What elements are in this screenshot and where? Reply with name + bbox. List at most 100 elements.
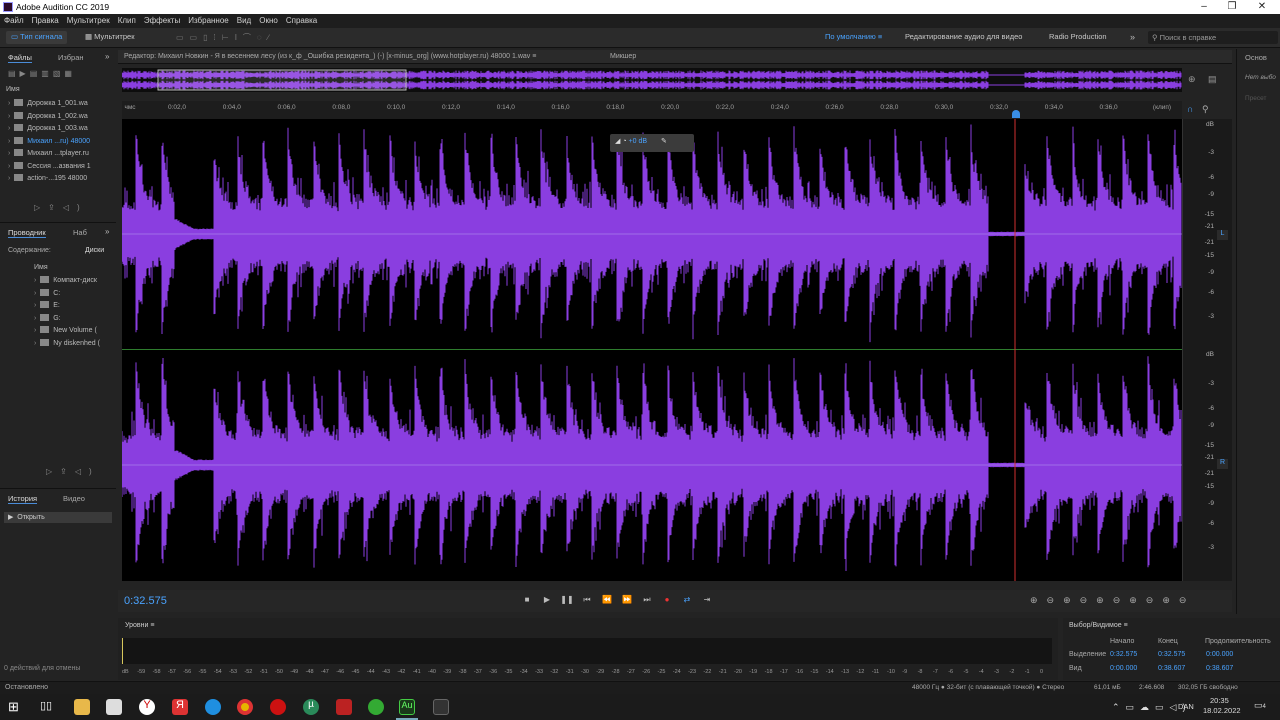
channel-right-toggle[interactable]: R [1217,459,1228,469]
tab-sets[interactable]: Наб [73,228,87,237]
go-end-button[interactable]: ⏭ [640,595,654,607]
sel-duration[interactable]: 0:00.000 [1206,651,1233,658]
yandex-icon[interactable]: Я [172,699,188,715]
panel-more-icon[interactable]: » [105,52,109,61]
stop-button[interactable]: ■ [520,595,534,607]
view-duration[interactable]: 0:38.607 [1206,665,1233,672]
explorer-disks-label[interactable]: Диски [85,247,104,254]
zoom-controls[interactable]: ⊕⊖⊕⊖⊕⊖⊕⊖⊕⊖ [1030,595,1195,606]
task-view-icon[interactable]: ▯▯ [40,699,56,715]
file-explorer-icon[interactable] [74,699,90,715]
file-item[interactable]: › Михаил ...ru) 48000 [8,136,114,150]
media-player-icon[interactable] [336,699,352,715]
tab-video[interactable]: Видео [63,494,85,503]
rewind-button[interactable]: ⏪ [600,595,614,607]
playhead-marker[interactable] [1012,110,1020,118]
record-button[interactable]: ● [660,595,674,607]
volume-knob-icon[interactable]: ◔ [622,138,626,145]
marker-icon[interactable]: ⚲ [1202,104,1209,115]
file-item[interactable]: › Дорожка 1_001.wa [8,99,114,112]
tab-editor[interactable]: Редактор: Михаил Новкин - Я в весеннем л… [124,53,536,60]
view-start[interactable]: 0:00.000 [1110,665,1137,672]
drive-item[interactable]: › C: [34,288,114,302]
tab-history[interactable]: История [8,494,38,504]
clock-time[interactable]: 20:35 [1210,696,1229,705]
menu-favorites[interactable]: Избранное [184,14,233,25]
help-search-input[interactable]: ⚲ Поиск в справке [1148,31,1278,44]
snap-icon[interactable]: ∩ [1187,104,1193,114]
tool-icons[interactable]: ▭▭▯⁞⊢I⌒◌∕ [176,32,356,42]
tab-essential[interactable]: Основ [1245,53,1267,62]
maximize-button[interactable]: ❐ [1218,0,1246,14]
store-icon[interactable] [106,699,122,715]
play-button[interactable]: ▶ [540,595,554,607]
menu-help[interactable]: Справка [282,14,321,25]
pin-icon[interactable]: ✎ [661,138,667,145]
more-workspaces-icon[interactable]: » [1130,32,1135,42]
history-item[interactable]: ▶ Открыть [4,512,112,523]
recorder-icon[interactable] [433,699,449,715]
language-indicator[interactable]: DAN [1178,702,1194,711]
drive-item[interactable]: › New Volume ( [34,326,114,339]
start-icon[interactable]: ⊞ [8,699,24,715]
file-item[interactable]: › Дорожка 1_002.wa [8,111,114,125]
menu-file[interactable]: Файл [0,14,28,25]
files-playback-icons[interactable]: ▷⇪◁) [34,203,88,212]
skip-button[interactable]: ⇥ [700,595,714,607]
time-ruler[interactable]: чмс 0:02,0 0:04,0 0:06,0 0:08,0 0:10,0 0:12,0… [122,101,1182,119]
files-toolbar-icons[interactable]: ▤▶▤▥▧▦ [8,69,108,79]
drive-item[interactable]: › G: [34,313,114,327]
workspace-radio[interactable]: Radio Production [1044,31,1112,44]
waveform-display[interactable]: ◢ ◔ +0 dB ✎ [121,119,1182,581]
file-item[interactable]: › Михаил ...tplayer.ru [8,149,114,162]
panel-more-icon[interactable]: » [105,227,109,236]
edge-icon[interactable] [205,699,221,715]
green-app-icon[interactable] [368,699,384,715]
file-item[interactable]: › action-...195 48000 [8,174,114,187]
menu-multitrack[interactable]: Мультитрек [63,14,114,25]
tab-files[interactable]: Файлы [8,53,32,63]
drive-item[interactable]: › E: [34,301,114,314]
workspace-video[interactable]: Редактирование аудио для видео [900,31,1027,44]
waveform-mode-button[interactable]: ▭ Тип сигнала [6,31,68,44]
workspace-default[interactable]: По умолчанию ≡ [820,31,887,44]
drive-item[interactable]: › Компакт-диск [34,276,114,289]
app-red-icon[interactable] [270,699,286,715]
explorer-playback-icons[interactable]: ▷⇪◁) [46,467,100,476]
tab-explorer[interactable]: Проводник [8,228,46,238]
menu-view[interactable]: Вид [233,14,255,25]
audition-icon[interactable]: Au [399,699,415,715]
yandex-browser-icon[interactable]: Y [139,699,155,715]
tab-favorites[interactable]: Избран [58,53,84,62]
loop-button[interactable]: ⇄ [680,595,694,607]
notification-icon[interactable]: ▭4 [1254,700,1266,711]
hud-volume[interactable]: ◢ ◔ +0 dB ✎ [610,134,694,152]
menu-window[interactable]: Окно [255,14,282,25]
overview-visible-range[interactable] [157,69,407,91]
sel-start[interactable]: 0:32.575 [1110,651,1137,658]
file-item[interactable]: › Дорожка 1_003.wa [8,124,114,137]
drive-item[interactable]: › Ny diskenhed ( [34,338,114,352]
zoom-overview-icon[interactable]: ⊕ [1188,74,1196,85]
overview-menu-icon[interactable]: ▤ [1208,74,1217,85]
menu-clip[interactable]: Клип [114,14,140,25]
level-scale-label: -8 [917,669,923,675]
minimize-button[interactable]: – [1190,0,1218,14]
sel-end[interactable]: 0:32.575 [1158,651,1185,658]
clock-date[interactable]: 18.02.2022 [1203,706,1241,715]
multitrack-mode-button[interactable]: ▦ Мультитрек [80,31,139,44]
chrome-icon[interactable] [237,699,253,715]
file-item[interactable]: › Сессия ...азвания 1 [8,161,114,175]
menu-edit[interactable]: Правка [28,14,63,25]
selection-view-panel: Выбор/Видимое ≡ Начало Конец Продолжител… [1063,618,1280,680]
utorrent-icon[interactable]: µ [303,699,319,715]
close-button[interactable]: ✕ [1248,0,1276,14]
channel-left-toggle[interactable]: L [1217,230,1228,240]
menu-effects[interactable]: Эффекты [140,14,184,25]
view-end[interactable]: 0:38.607 [1158,665,1185,672]
forward-button[interactable]: ⏩ [620,595,634,607]
waveform-overview[interactable] [121,68,1182,92]
tab-mixer[interactable]: Микшер [610,53,636,60]
go-start-button[interactable]: ⏮ [580,595,594,607]
pause-button[interactable]: ❚❚ [560,595,574,607]
